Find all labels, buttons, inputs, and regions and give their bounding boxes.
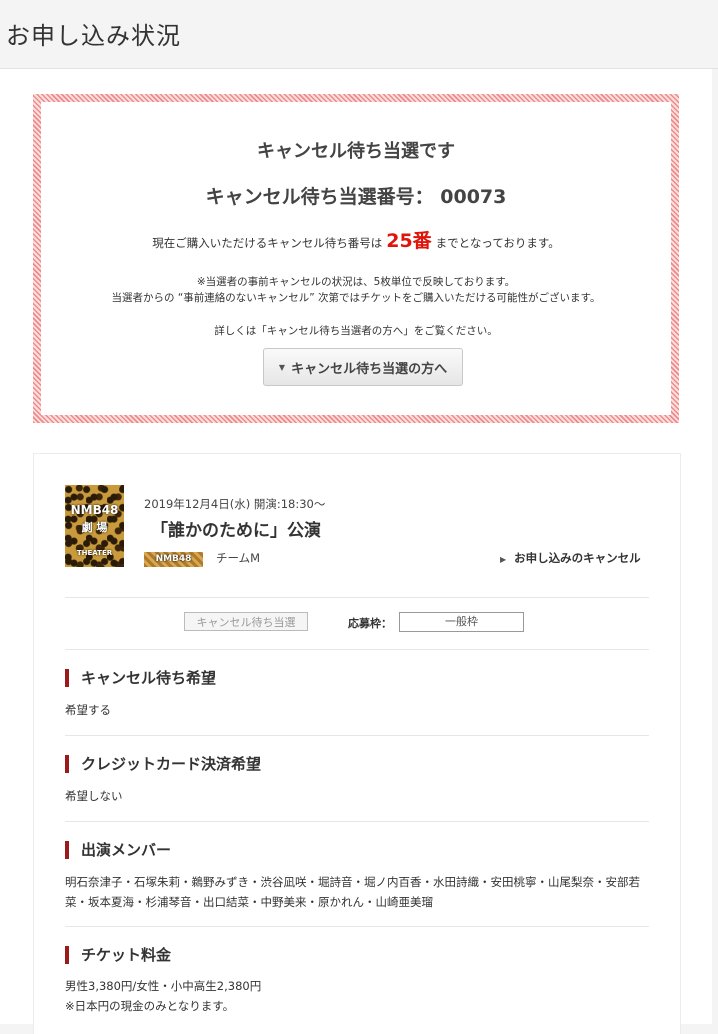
quota-label: 応募枠： [348,617,392,630]
caret-right-icon: ▶ [500,555,507,564]
section-heading-credit: クレジットカード決済希望 [65,755,261,773]
notice-heading: キャンセル待ち当選です [257,141,455,162]
notice-detail: 詳しくは「キャンセル待ち当選者の方へ」をご覧ください。 [214,325,498,337]
cancel-application-link[interactable]: ▶ お申し込みのキャンセル [500,550,641,566]
theater-logo: NMB48 劇 場 THEATER [65,485,124,567]
waitlist-value: 希望する [65,703,111,717]
price-line-1: 男性3,380円/女性・小中高生2,380円 [65,979,262,993]
event-title: 「誰かのために」公演 [151,521,321,541]
caret-down-icon: ▼ [278,362,286,372]
event-card: NMB48 劇 場 THEATER 2019年12月4日(水) 開演:18:30… [33,453,681,1034]
team-name: チームM [216,551,261,565]
divider [65,821,649,822]
divider [65,649,649,650]
group-logo: NMB48 [144,552,203,567]
theater-logo-line1: NMB48 [70,503,119,517]
event-date: 2019年12月4日(水) 開演:18:30〜 [144,497,326,511]
purchase-suffix: までとなっております。 [435,236,560,250]
section-heading-price: チケット料金 [65,946,171,964]
price-line-2: ※日本円の現金のみとなります。 [65,999,235,1013]
quota-value: 一般枠 [399,612,524,632]
cancel-application-label: お申し込みのキャンセル [514,551,641,565]
purchase-prefix: 現在ご購入いただけるキャンセル待ち番号は [152,236,383,250]
credit-value: 希望しない [65,789,123,803]
notice-note-1: ※当選者の事前キャンセルの状況は、5枚単位で反映しております。 [196,276,516,288]
notice-number: キャンセル待ち当選番号： 00073 [205,186,507,208]
waitlist-notice-inner: キャンセル待ち当選です キャンセル待ち当選番号： 00073 現在ご購入いただけ… [41,102,671,415]
section-heading-waitlist: キャンセル待ち希望 [65,669,216,687]
page-title: お申し込み状況 [6,22,181,50]
divider [65,597,649,598]
scroll-strip [712,69,718,1024]
waitlist-notice-box: キャンセル待ち当選です キャンセル待ち当選番号： 00073 現在ご購入いただけ… [33,94,679,423]
status-badge: キャンセル待ち当選 [184,612,308,631]
page-header: お申し込み状況 [0,0,718,69]
theater-logo-line2: 劇 場 [81,521,108,534]
waitlist-info-button-label: キャンセル待ち当選の方へ [291,361,448,377]
divider [65,926,649,927]
section-heading-members: 出演メンバー [65,841,171,859]
waitlist-info-button[interactable]: ▼ キャンセル待ち当選の方へ [263,348,463,386]
notice-purchase-line: 現在ご購入いただけるキャンセル待ち番号は 25番 までとなっております。 [41,226,671,253]
notice-note-2: 当選者からの “事前連絡のないキャンセル” 次第ではチケットをご購入いただける可… [111,292,601,304]
members-list: 明石奈津子・石塚朱莉・鵜野みずき・渋谷凪咲・堀詩音・堀ノ内百香・水田詩織・安田桃… [65,875,640,909]
divider [65,735,649,736]
purchase-number: 25番 [386,230,432,252]
theater-logo-line3: THEATER [76,549,113,557]
